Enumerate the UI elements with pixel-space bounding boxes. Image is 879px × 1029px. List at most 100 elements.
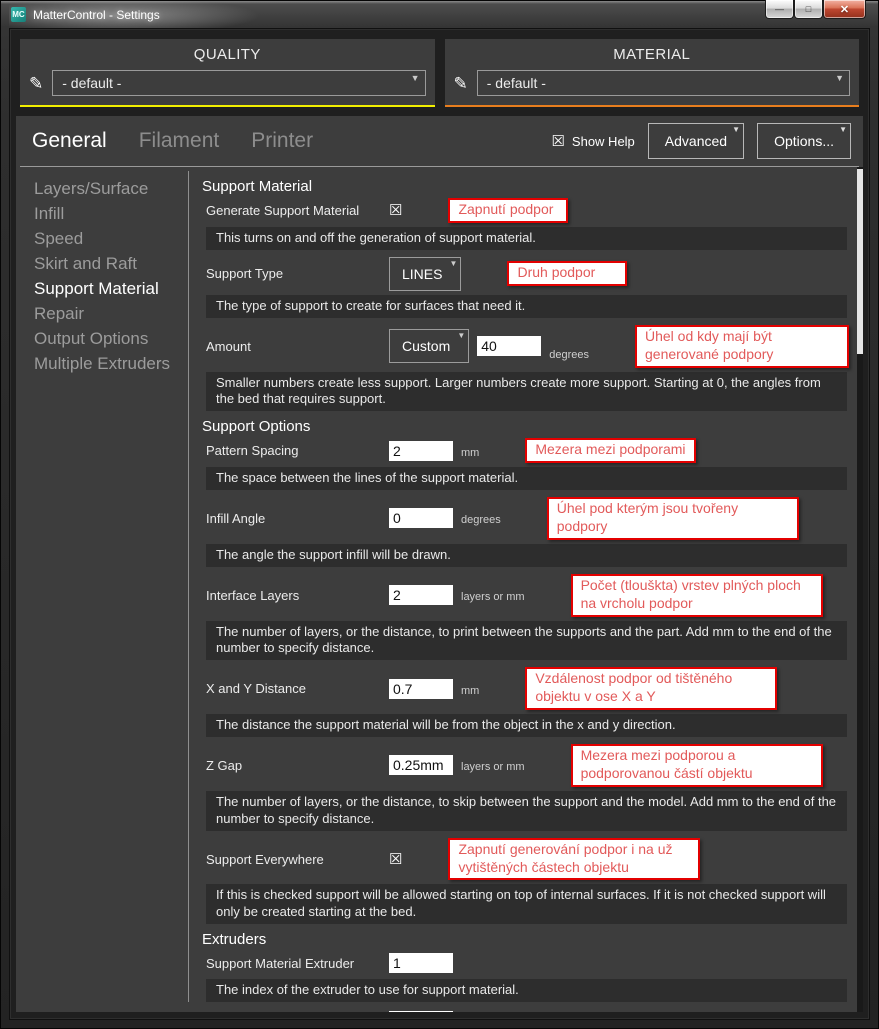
sidebar-item-support-material[interactable]: Support Material <box>34 276 188 301</box>
app-icon: MC <box>11 7 26 22</box>
tab-filament[interactable]: Filament <box>139 129 220 153</box>
sidebar-item-infill[interactable]: Infill <box>34 201 188 226</box>
annotation-badge: Počet (tlouškta) vrstev plných ploch na … <box>571 574 823 617</box>
value-input[interactable] <box>389 441 453 461</box>
dropdown[interactable]: Custom▼ <box>389 329 469 363</box>
sidebar-item-output-options[interactable]: Output Options <box>34 326 188 351</box>
scrollbar-track[interactable] <box>857 167 863 1012</box>
help-text: The number of layers, or the distance, t… <box>206 621 847 661</box>
control-zone: mm <box>389 441 479 461</box>
section-heading: Support Options <box>202 418 849 435</box>
setting-row-support-interface-extruder: Support Interface Extruder <box>202 1009 849 1012</box>
annotation-badge: Mezera mezi podporou a podporovanou část… <box>571 744 823 787</box>
dropdown[interactable]: LINES▼ <box>389 257 461 291</box>
help-text: The number of layers, or the distance, t… <box>206 791 847 831</box>
help-text: The distance the support material will b… <box>206 714 847 737</box>
control-zone <box>389 953 453 973</box>
edit-pencil-icon[interactable]: ✎ <box>454 75 468 92</box>
setting-label: Support Type <box>206 266 389 281</box>
tab-list: General Filament Printer <box>32 129 345 153</box>
preset-band: QUALITY ✎ - default - ▼ MATERIAL ✎ - def… <box>10 29 869 116</box>
show-help-label: Show Help <box>572 134 635 149</box>
annotation-badge: Mezera mezi podporami <box>525 438 695 463</box>
unit-label: degrees <box>549 349 589 363</box>
scrollbar-thumb[interactable] <box>857 169 863 354</box>
setting-row-interface-layers: Interface Layers layers or mm Počet (tlouš… <box>202 574 849 617</box>
value-input[interactable] <box>477 336 541 356</box>
setting-row-x-and-y-distance: X and Y DistancemmVzdálenost podpor od t… <box>202 667 849 710</box>
unit-label: layers or mm <box>461 591 525 605</box>
value-input[interactable] <box>389 953 453 973</box>
chevron-down-icon: ▼ <box>839 125 847 134</box>
chevron-down-icon: ▼ <box>450 259 458 268</box>
tab-actions: ☒ Show Help Advanced ▼ Options... ▼ <box>551 123 851 159</box>
control-zone: mm <box>389 679 479 699</box>
window-controls: — □ ✕ <box>765 0 866 19</box>
control-zone: ☒ <box>389 852 402 867</box>
annotation-badge: Úhel pod kterým jsou tvořeny podpory <box>547 497 799 540</box>
value-input[interactable] <box>389 679 453 699</box>
value-input[interactable] <box>389 508 453 528</box>
sidebar: Layers/SurfaceInfillSpeedSkirt and RaftS… <box>16 167 188 1012</box>
material-preset: MATERIAL ✎ - default - ▼ <box>445 39 860 107</box>
control-zone <box>389 1011 453 1012</box>
sidebar-item-layers-surface[interactable]: Layers/Surface <box>34 176 188 201</box>
quality-preset: QUALITY ✎ - default - ▼ <box>20 39 435 107</box>
tab-general[interactable]: General <box>32 129 107 153</box>
help-text: The space between the lines of the suppo… <box>206 467 847 490</box>
setting-row-infill-angle: Infill AngledegreesÚhel pod kterým jsou … <box>202 497 849 540</box>
tab-printer[interactable]: Printer <box>251 129 313 153</box>
unit-label: layers or mm <box>461 761 525 775</box>
help-text: The type of support to create for surfac… <box>206 295 847 318</box>
setting-label: Interface Layers <box>206 588 389 603</box>
advanced-button-label: Advanced <box>665 133 727 149</box>
options-button[interactable]: Options... ▼ <box>757 123 851 159</box>
material-selected-value: - default - <box>487 75 546 91</box>
section-heading: Extruders <box>202 931 849 948</box>
app-window: MC MatterControl - Settings — □ ✕ QUALIT… <box>0 0 879 1029</box>
annotation-badge: Druh podpor <box>507 261 627 286</box>
help-text: The angle the support infill will be dra… <box>206 544 847 567</box>
advanced-button[interactable]: Advanced ▼ <box>648 123 744 159</box>
chevron-down-icon: ▼ <box>835 73 844 83</box>
value-input[interactable] <box>389 1011 453 1012</box>
setting-label: Support Everywhere <box>206 852 389 867</box>
sidebar-item-skirt-and-raft[interactable]: Skirt and Raft <box>34 251 188 276</box>
chevron-down-icon: ▼ <box>411 73 420 83</box>
control-zone: Custom▼ degrees <box>389 329 589 363</box>
minimize-button[interactable]: — <box>765 0 794 19</box>
material-select[interactable]: - default - ▼ <box>477 70 850 96</box>
control-zone: ☒ <box>389 203 402 218</box>
setting-label: X and Y Distance <box>206 681 389 696</box>
settings-content: Layers/SurfaceInfillSpeedSkirt and RaftS… <box>16 167 863 1012</box>
window-title: MatterControl - Settings <box>33 8 160 22</box>
chevron-down-icon: ▼ <box>732 125 740 134</box>
annotation-badge: Zapnutí generování podpor i na už vytišt… <box>448 838 700 881</box>
quality-row: ✎ - default - ▼ <box>29 70 426 96</box>
help-text: Smaller numbers create less support. Lar… <box>206 372 847 412</box>
checked-checkbox-icon: ☒ <box>551 134 564 149</box>
sidebar-item-multiple-extruders[interactable]: Multiple Extruders <box>34 351 188 376</box>
sidebar-item-speed[interactable]: Speed <box>34 226 188 251</box>
checked-checkbox-icon[interactable]: ☒ <box>389 203 402 218</box>
chevron-down-icon: ▼ <box>457 331 465 340</box>
help-text: This turns on and off the generation of … <box>206 227 847 250</box>
sidebar-item-repair[interactable]: Repair <box>34 301 188 326</box>
control-zone: layers or mm <box>389 585 525 605</box>
close-button[interactable]: ✕ <box>823 0 866 19</box>
value-input[interactable] <box>389 755 453 775</box>
maximize-button[interactable]: □ <box>794 0 823 19</box>
control-zone: LINES▼ <box>389 257 461 291</box>
help-text: If this is checked support will be allow… <box>206 884 847 924</box>
tabbar: General Filament Printer ☒ Show Help Advan… <box>16 116 863 163</box>
checked-checkbox-icon[interactable]: ☒ <box>389 852 402 867</box>
value-input[interactable] <box>389 585 453 605</box>
edit-pencil-icon[interactable]: ✎ <box>29 75 43 92</box>
material-title: MATERIAL <box>454 46 851 63</box>
quality-select[interactable]: - default - ▼ <box>52 70 425 96</box>
setting-row-z-gap: Z Gaplayers or mmMezera mezi podporou a … <box>202 744 849 787</box>
quality-title: QUALITY <box>29 46 426 63</box>
show-help-checkbox[interactable]: ☒ Show Help <box>551 134 634 149</box>
annotation-badge: Zapnutí podpor <box>448 198 568 223</box>
setting-row-generate-support-material: Generate Support Material☒Zapnutí podpor <box>202 198 849 223</box>
